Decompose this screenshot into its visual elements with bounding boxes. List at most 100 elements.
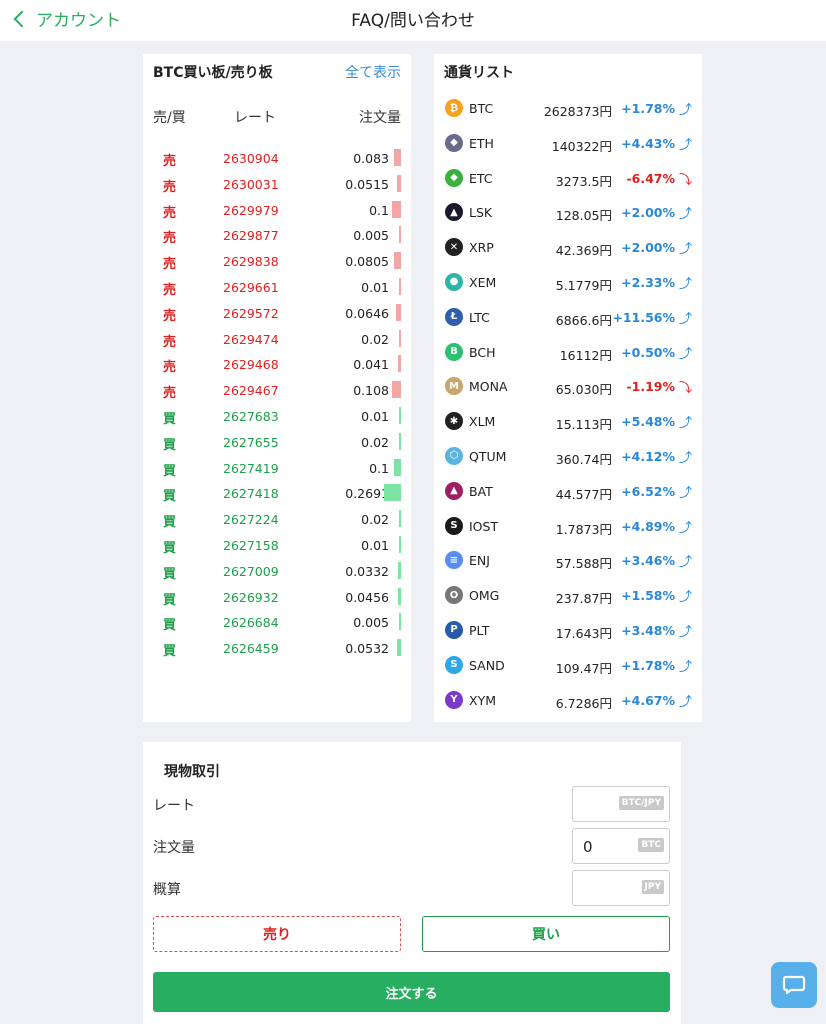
currency-symbol: SAND — [469, 657, 505, 673]
orderbook-rows: 売 2630904 0.083 売 2630031 0.0515 売 2629979 0.1 売 2… — [143, 146, 411, 662]
omg-icon: O — [445, 586, 463, 605]
orderbook-row[interactable]: 売 2629572 0.0646 — [143, 301, 411, 327]
currency-row[interactable]: Y XYM 6.7286円 +4.67% ⤴ — [434, 683, 702, 718]
show-all-link[interactable]: 全て表示 — [345, 62, 401, 82]
sell-button[interactable]: 売り — [153, 916, 401, 952]
bitcoin-icon: ₿ — [445, 99, 463, 117]
currency-symbol: XYM — [469, 692, 496, 708]
currency-price: 42.369円 — [555, 243, 612, 259]
currency-row[interactable]: ◆ ETH 140322円 +4.43% ⤴ — [434, 126, 702, 161]
estimate-input[interactable]: JPY — [572, 870, 670, 906]
orderbook-row[interactable]: 買 2627009 0.0332 — [143, 559, 411, 585]
rate-value: 2626684 — [223, 615, 279, 631]
currency-row[interactable]: O OMG 237.87円 +1.58% ⤴ — [434, 578, 702, 613]
orderbook-row[interactable]: 買 2626684 0.005 — [143, 610, 411, 636]
chat-button[interactable] — [771, 962, 817, 1008]
orderbook-row[interactable]: 売 2630904 0.083 — [143, 146, 411, 172]
currency-row[interactable]: P PLT 17.643円 +3.48% ⤴ — [434, 613, 702, 648]
side-label: 売 — [163, 179, 177, 195]
bat-icon: ▲ — [445, 481, 463, 500]
orderbook-title: BTC買い板/売り板 — [153, 65, 273, 81]
side-label: 買 — [163, 644, 177, 660]
currency-row[interactable]: B BCH 16112円 +0.50% ⤴ — [434, 335, 702, 370]
rate-value: 2629467 — [223, 383, 279, 399]
orderbook-row[interactable]: 買 2627655 0.02 — [143, 430, 411, 456]
qty-value: 0.02 — [361, 434, 389, 450]
rate-value: 2627419 — [223, 460, 279, 476]
trend-up-icon: ⤴ — [678, 590, 692, 606]
change-percent: +4.43% — [621, 135, 675, 151]
currency-row[interactable]: S IOST 1.7873円 +4.89% ⤴ — [434, 509, 702, 544]
currency-row[interactable]: ▲ LSK 128.05円 +2.00% ⤴ — [434, 195, 702, 230]
orderbook-row[interactable]: 買 2627158 0.01 — [143, 533, 411, 559]
orderbook-row[interactable]: 買 2627224 0.02 — [143, 507, 411, 533]
currency-price: 2628373円 — [543, 104, 612, 119]
depth-bar — [384, 484, 401, 502]
side-label: 売 — [163, 386, 177, 402]
iost-icon: S — [445, 516, 463, 535]
ethereum-icon: ◆ — [445, 133, 463, 152]
orderbook-row[interactable]: 売 2629474 0.02 — [143, 327, 411, 353]
orderbook-row[interactable]: 売 2630031 0.0515 — [143, 172, 411, 198]
currency-row[interactable]: ◆ ETC 3273.5円 -6.47% ⤵ — [434, 161, 702, 196]
depth-bar — [397, 174, 401, 192]
rate-value: 2627158 — [223, 537, 279, 553]
orderbook-row[interactable]: 買 2626932 0.0456 — [143, 585, 411, 611]
rate-value: 2627655 — [223, 434, 279, 450]
rate-value: 2629877 — [223, 228, 279, 244]
page-title: FAQ/問い合わせ — [351, 11, 475, 31]
rate-input[interactable]: BTC/JPY — [572, 786, 670, 822]
rate-value: 2626932 — [223, 589, 279, 605]
trend-down-icon: ⤵ — [678, 381, 692, 397]
currency-symbol: XLM — [469, 414, 496, 430]
change-percent: +4.12% — [621, 448, 675, 464]
currency-row[interactable]: ▲ BAT 44.577円 +6.52% ⤴ — [434, 474, 702, 509]
qty-unit-badge: BTC — [638, 838, 664, 852]
qty-value: 0.041 — [353, 357, 389, 373]
orderbook-row[interactable]: 買 2627683 0.01 — [143, 404, 411, 430]
currency-row[interactable]: S SAND 109.47円 +1.78% ⤴ — [434, 648, 702, 683]
place-order-button[interactable]: 注文する — [153, 972, 670, 1012]
change-percent: +0.50% — [621, 344, 675, 360]
change-percent: +1.78% — [621, 657, 675, 673]
side-label: 売 — [163, 360, 177, 376]
orderbook-row[interactable]: 売 2629468 0.041 — [143, 352, 411, 378]
currency-row[interactable]: ● XEM 5.1779円 +2.33% ⤴ — [434, 265, 702, 300]
col-qty-header: 注文量 — [359, 110, 401, 126]
orderbook-row[interactable]: 買 2627418 0.2691 — [143, 481, 411, 507]
change-percent: +2.00% — [621, 240, 675, 256]
orderbook-row[interactable]: 売 2629877 0.005 — [143, 223, 411, 249]
trend-up-icon: ⤴ — [678, 416, 692, 432]
depth-bar — [397, 639, 401, 657]
currency-row[interactable]: M MONA 65.030円 -1.19% ⤵ — [434, 369, 702, 404]
symbol-icon: Y — [445, 690, 463, 709]
rate-unit-badge: BTC/JPY — [618, 796, 664, 810]
currency-row[interactable]: ✕ XRP 42.369円 +2.00% ⤴ — [434, 230, 702, 265]
currency-price: 65.030円 — [555, 382, 612, 398]
qty-input[interactable]: 0 BTC — [572, 828, 670, 864]
rate-value: 2629979 — [223, 202, 279, 218]
side-label: 売 — [163, 308, 177, 324]
trade-title: 現物取引 — [164, 764, 220, 780]
orderbook-row[interactable]: 売 2629838 0.0805 — [143, 249, 411, 275]
currency-row[interactable]: ✱ XLM 15.113円 +5.48% ⤴ — [434, 404, 702, 439]
orderbook-row[interactable]: 買 2627419 0.1 — [143, 456, 411, 482]
change-percent: +3.46% — [621, 553, 675, 569]
currency-row[interactable]: ₿ BTC 2628373円 +1.78% ⤴ — [434, 91, 702, 126]
currency-row[interactable]: Ł LTC 6866.6円 +11.56% ⤴ — [434, 300, 702, 335]
side-label: 売 — [163, 257, 177, 273]
currency-row[interactable]: ⬡ QTUM 360.74円 +4.12% ⤴ — [434, 439, 702, 474]
orderbook-row[interactable]: 売 2629467 0.108 — [143, 378, 411, 404]
orderbook-row[interactable]: 売 2629979 0.1 — [143, 198, 411, 224]
orderbook-row[interactable]: 売 2629661 0.01 — [143, 275, 411, 301]
side-label: 売 — [163, 231, 177, 247]
orderbook-row[interactable]: 買 2626459 0.0532 — [143, 636, 411, 662]
currency-price: 360.74円 — [555, 451, 612, 467]
side-label: 売 — [163, 334, 177, 350]
depth-bar — [399, 510, 401, 528]
change-percent: +4.67% — [621, 692, 675, 708]
buy-button[interactable]: 買い — [422, 916, 670, 952]
currency-row[interactable]: ≡ ENJ 57.588円 +3.46% ⤴ — [434, 543, 702, 578]
currency-price: 128.05円 — [555, 208, 612, 224]
currency-price: 6.7286円 — [555, 695, 612, 711]
